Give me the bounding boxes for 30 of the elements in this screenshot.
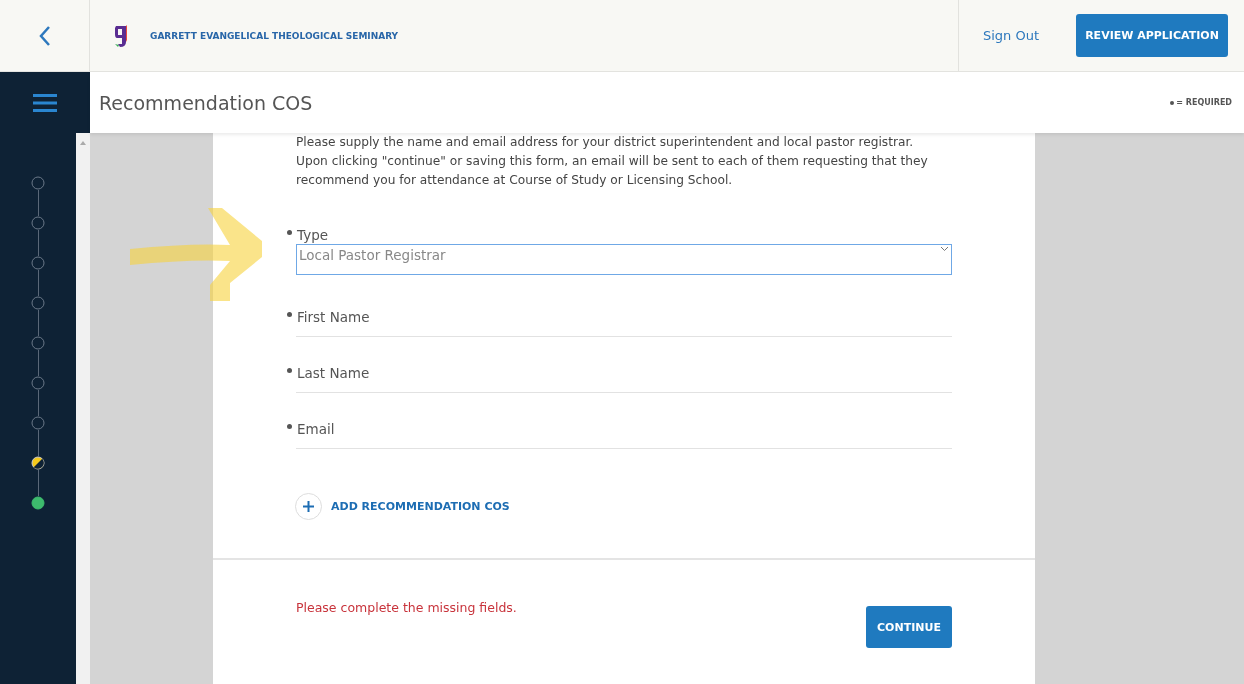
field-label: Type xyxy=(297,227,328,243)
type-select[interactable]: Local Pastor Registrar xyxy=(296,244,952,275)
partial-step-icon[interactable] xyxy=(31,456,45,470)
empty-step-icon[interactable] xyxy=(31,336,45,350)
empty-step-icon[interactable] xyxy=(31,416,45,430)
seminary-logo-icon xyxy=(114,23,128,48)
page-title: Recommendation COS xyxy=(99,91,313,114)
continue-button[interactable]: CONTINUE xyxy=(866,606,952,648)
sign-out-link[interactable]: Sign Out xyxy=(982,28,1039,43)
empty-step-icon[interactable] xyxy=(31,176,45,190)
empty-step-icon[interactable] xyxy=(31,256,45,270)
menu-icon[interactable] xyxy=(33,92,57,113)
intro-text: Please supply the name and email address for your district superintendent and local pastor registrar. Upon clicking "continue" or saving this form, an email will be sent to each of them requesting that they recommend you for attendance at Course of Study or Licensing School. xyxy=(295,134,929,189)
scroll-up-icon[interactable] xyxy=(80,141,86,145)
menu-button[interactable] xyxy=(0,72,90,133)
required-legend: = REQUIRED xyxy=(1170,98,1232,107)
field-label: First Name xyxy=(297,309,370,325)
school-name: GARRETT EVANGELICAL THEOLOGICAL SEMINARY xyxy=(150,30,399,41)
complete-step-icon[interactable] xyxy=(31,496,45,510)
error-message: Please complete the missing fields. xyxy=(296,600,517,617)
caret-icon[interactable] xyxy=(940,246,949,252)
plus-icon[interactable] xyxy=(295,493,322,520)
empty-step-icon[interactable] xyxy=(31,376,45,390)
add-recommendation-button[interactable]: ADD RECOMMENDATION COS xyxy=(295,493,1035,520)
back-icon[interactable] xyxy=(37,24,52,47)
field-label: Last Name xyxy=(297,365,370,381)
empty-step-icon[interactable] xyxy=(31,296,45,310)
empty-step-icon[interactable] xyxy=(31,216,45,230)
field-label: Email xyxy=(297,421,335,437)
review-application-button[interactable]: REVIEW APPLICATION xyxy=(1076,14,1228,57)
